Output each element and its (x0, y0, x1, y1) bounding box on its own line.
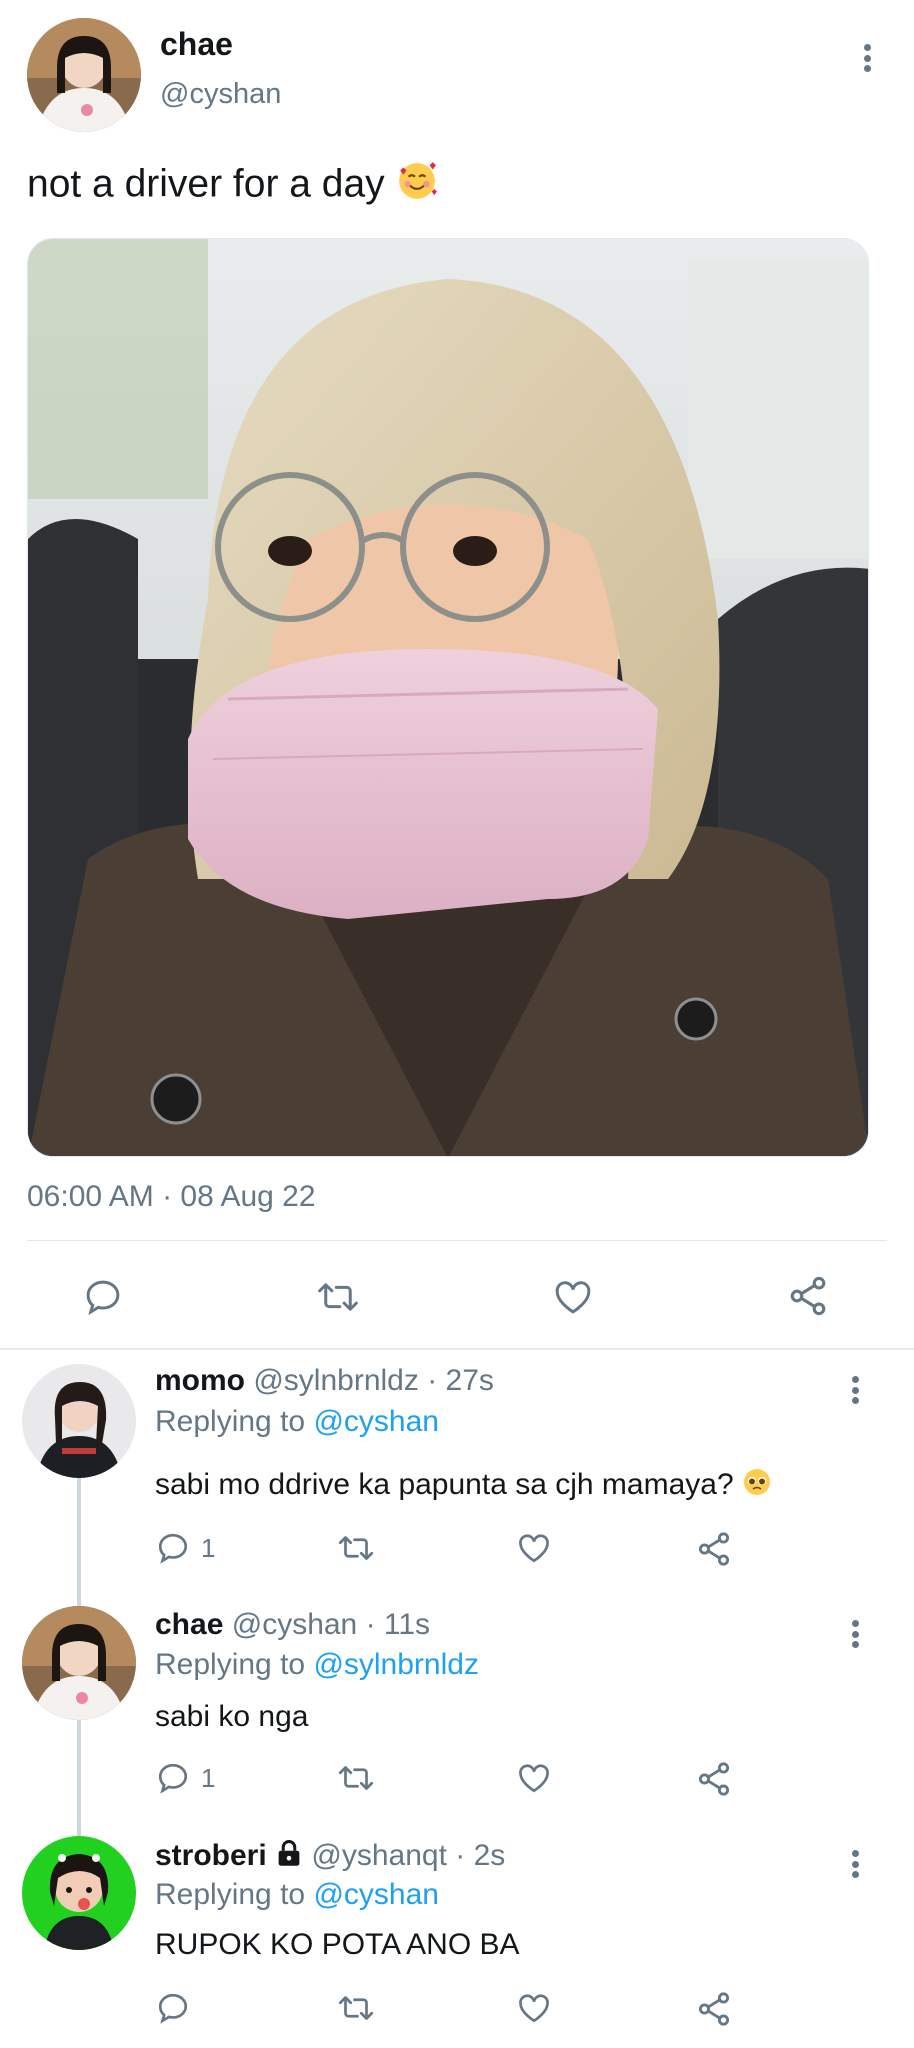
reply-button[interactable]: 1 (155, 1760, 215, 1796)
reply-icon (158, 1993, 188, 2024)
retweet-button[interactable] (336, 1760, 376, 1796)
share-icon (698, 1532, 730, 1566)
retweet-icon (338, 1536, 374, 1560)
main-tweet: chae @cyshan not a driver for a day 06:0… (0, 0, 914, 1350)
replying-to-mention[interactable]: @cyshan (313, 1405, 439, 1438)
reply-time: · 11s (365, 1608, 431, 1641)
like-icon (519, 1994, 549, 2023)
reply-header: momo @sylnbrnldz · 27s (155, 1364, 494, 1398)
reply-header: chae @cyshan · 11s (155, 1608, 430, 1642)
like-icon (519, 1764, 549, 1793)
share-icon (698, 1992, 730, 2026)
retweet-button[interactable] (336, 1990, 376, 2026)
retweet-button[interactable] (336, 1530, 376, 1566)
share-button[interactable] (695, 1530, 733, 1568)
replying-to-line: Replying to @cyshan (155, 1405, 439, 1439)
reply-avatar[interactable] (22, 1836, 136, 1950)
tweet-timestamp: 06:00 AM · 08 Aug 22 (27, 1180, 316, 1213)
retweet-icon (338, 1996, 374, 2020)
lock-icon (275, 1838, 303, 1876)
reply-tweet[interactable]: stroberi @yshanqt · 2s Replying to @cysh… (0, 1824, 914, 2048)
more-options-icon[interactable] (840, 1370, 870, 1410)
like-button[interactable] (515, 1530, 553, 1566)
more-options-icon[interactable] (840, 1614, 870, 1654)
like-button[interactable] (515, 1760, 553, 1796)
reply-count: 1 (201, 1532, 216, 1563)
reply-button[interactable]: 1 (155, 1530, 215, 1566)
reply-tweet[interactable]: chae @cyshan · 11s Replying to @sylnbrnl… (0, 1594, 914, 1824)
share-icon (790, 1276, 826, 1316)
author-name[interactable]: chae (160, 26, 233, 63)
author-handle[interactable]: @cyshan (160, 78, 281, 111)
like-icon (555, 1281, 591, 1314)
reply-text-line: sabi mo ddrive ka papunta sa cjh mamaya? (155, 1467, 772, 1505)
replying-to-line: Replying to @cyshan (155, 1878, 439, 1912)
replying-to-line: Replying to @sylnbrnldz (155, 1648, 479, 1682)
reply-tweet[interactable]: momo @sylnbrnldz · 27s Replying to @cysh… (0, 1350, 914, 1580)
pleading-face-icon (742, 1467, 772, 1505)
reply-header: stroberi @yshanqt · 2s (155, 1838, 505, 1876)
tweet-text: not a driver for a day (27, 162, 385, 206)
reply-author-name[interactable]: momo (155, 1364, 245, 1397)
share-button[interactable] (695, 1760, 733, 1798)
reply-count: 1 (201, 1762, 216, 1793)
replying-to-mention[interactable]: @sylnbrnldz (313, 1648, 479, 1681)
retweet-button[interactable] (315, 1276, 361, 1318)
tweet-text-line: not a driver for a day (27, 160, 438, 212)
more-options-icon[interactable] (840, 1844, 870, 1884)
replying-to-label: Replying to (155, 1648, 306, 1681)
share-button[interactable] (695, 1990, 733, 2028)
reply-time: · 27s (427, 1364, 494, 1397)
retweet-icon (318, 1283, 358, 1311)
reply-text: sabi ko nga (155, 1700, 309, 1733)
reply-icon (158, 1763, 188, 1794)
reply-button[interactable] (82, 1276, 124, 1318)
retweet-icon (338, 1766, 374, 1790)
reply-author-handle[interactable]: @cyshan (232, 1608, 358, 1641)
more-options-icon[interactable] (852, 38, 882, 78)
tweet-photo[interactable] (27, 238, 869, 1157)
reply-time: · 2s (455, 1838, 506, 1872)
reply-text: sabi mo ddrive ka papunta sa cjh mamaya? (155, 1467, 734, 1501)
like-button[interactable] (515, 1990, 553, 2026)
replying-to-mention[interactable]: @cyshan (313, 1878, 439, 1911)
divider (27, 1240, 887, 1241)
reply-button[interactable] (155, 1990, 201, 2026)
reply-avatar[interactable] (22, 1364, 136, 1478)
author-avatar[interactable] (27, 18, 141, 132)
reply-author-name[interactable]: chae (155, 1608, 223, 1641)
reply-icon (86, 1280, 120, 1316)
reply-avatar[interactable] (22, 1606, 136, 1720)
reply-icon (158, 1533, 188, 1564)
replying-to-label: Replying to (155, 1878, 306, 1911)
reply-text: RUPOK KO POTA ANO BA (155, 1928, 520, 1961)
reply-author-handle[interactable]: @sylnbrnldz (253, 1364, 419, 1397)
reply-author-handle[interactable]: @yshanqt (311, 1839, 447, 1872)
smiling-face-with-hearts-icon (396, 160, 438, 212)
like-button[interactable] (551, 1276, 595, 1318)
replying-to-label: Replying to (155, 1405, 306, 1438)
reply-author-name[interactable]: stroberi (155, 1839, 267, 1872)
share-icon (698, 1762, 730, 1796)
share-button[interactable] (786, 1274, 830, 1318)
like-icon (519, 1534, 549, 1563)
